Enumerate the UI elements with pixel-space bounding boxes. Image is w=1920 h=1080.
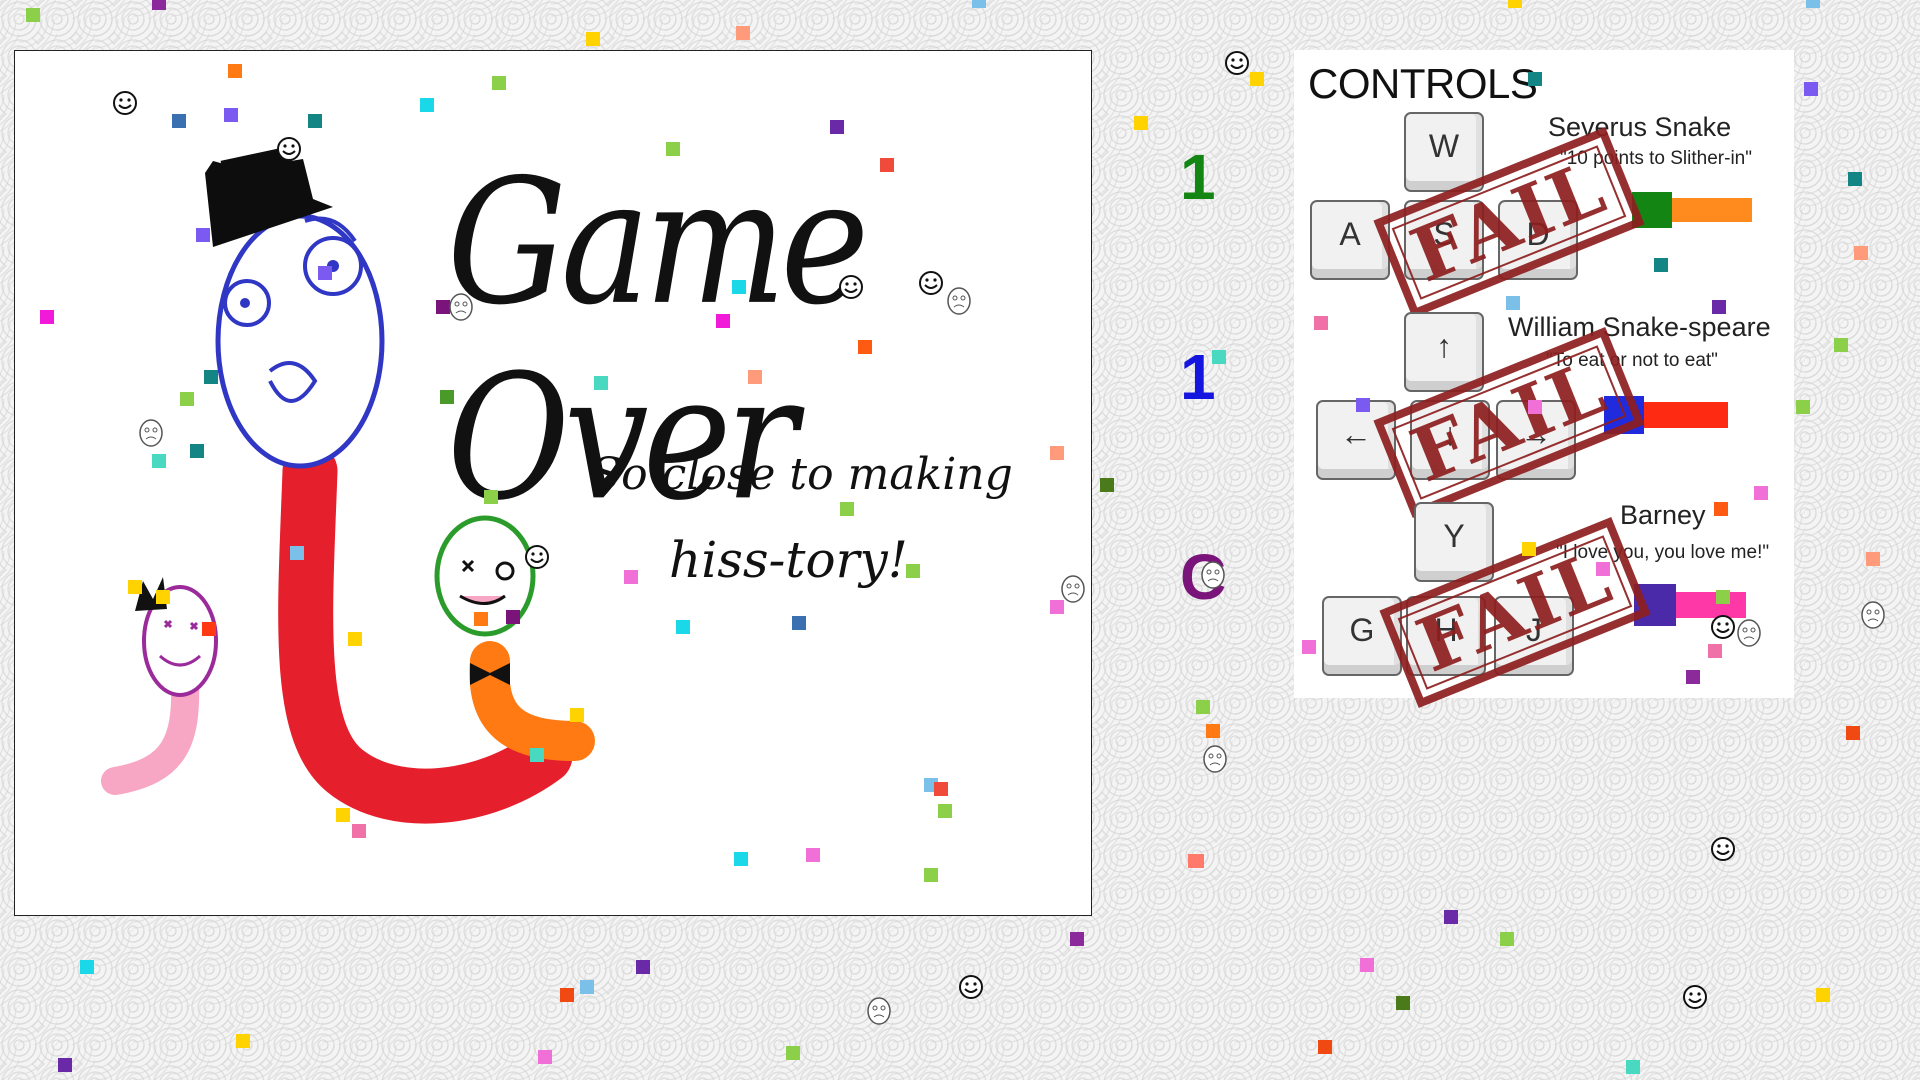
player3-snake-tail: [1676, 592, 1746, 618]
food-square: [1834, 338, 1848, 352]
player3-score: C: [1180, 541, 1227, 613]
food-square: [1396, 996, 1410, 1010]
food-square: [58, 1058, 72, 1072]
food-square: [1796, 400, 1810, 414]
player1-snake-tail: [1672, 198, 1752, 222]
food-square: [1134, 116, 1148, 130]
player2-score: 1: [1180, 341, 1216, 413]
food-square: [736, 26, 750, 40]
food-square: [1100, 478, 1114, 492]
food-square: [636, 960, 650, 974]
food-square: [1816, 988, 1830, 1002]
food-square: [236, 1034, 250, 1048]
controls-title: CONTROLS: [1308, 60, 1538, 107]
scoreboard: 1 1 C: [1170, 0, 1240, 700]
food-square: [1848, 172, 1862, 186]
player1-score: 1: [1180, 141, 1216, 213]
food-square: [560, 988, 574, 1002]
food-square: [580, 980, 594, 994]
food-square: [1626, 1060, 1640, 1074]
crown-icon: [135, 577, 167, 611]
food-square: [1866, 552, 1880, 566]
food-square: [152, 0, 166, 10]
smiley-icon: [1711, 837, 1735, 861]
rage-face-icon: [1861, 601, 1885, 629]
controls-panel: CONTROLS W A S D Severus Snake "10 point…: [1294, 50, 1794, 709]
food-square: [786, 1046, 800, 1060]
food-square: [1854, 246, 1868, 260]
food-square: [1508, 0, 1522, 8]
food-square: [1188, 854, 1202, 868]
food-square: [586, 32, 600, 46]
smiley-icon: [1683, 985, 1707, 1009]
food-square: [1804, 82, 1818, 96]
smiley-icon: [959, 975, 983, 999]
game-over-subtitle-line2: hiss-tory!: [669, 531, 908, 589]
player2-name: William Snake-speare: [1508, 312, 1771, 342]
player3-name: Barney: [1620, 500, 1706, 530]
food-square: [26, 8, 40, 22]
food-square: [1196, 700, 1210, 714]
food-square: [1190, 854, 1204, 868]
key-a: A: [1310, 200, 1390, 280]
food-square: [1500, 932, 1514, 946]
food-square: [1250, 72, 1264, 86]
game-over-subtitle-line1: So close to making: [591, 449, 1013, 500]
food-square: [1806, 0, 1820, 8]
game-over-panel: Game Over So close to making hiss-tory!: [14, 50, 1092, 916]
food-square: [80, 960, 94, 974]
player1-snake-sample: [1632, 192, 1782, 228]
food-square: [972, 0, 986, 8]
player3-snake-sample: [1634, 584, 1784, 626]
food-square: [1318, 1040, 1332, 1054]
food-square: [1206, 724, 1220, 738]
food-square: [1360, 958, 1374, 972]
rage-face-icon: [1203, 745, 1227, 773]
food-square: [1444, 910, 1458, 924]
food-square: [538, 1050, 552, 1064]
food-square: [1070, 932, 1084, 946]
player2-snake-tail: [1644, 402, 1728, 428]
food-square: [1846, 726, 1860, 740]
rage-face-icon: [867, 997, 891, 1025]
